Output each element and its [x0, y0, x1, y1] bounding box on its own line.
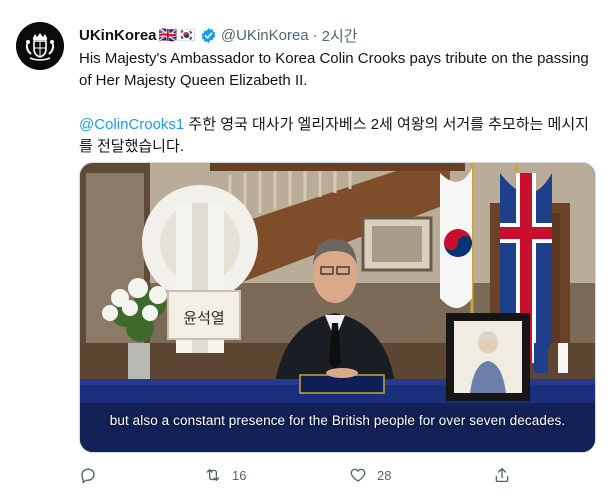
- like-button[interactable]: 28: [349, 466, 391, 484]
- tweet-text-korean-paragraph: @ColinCrooks1 주한 영국 대사가 엘리자베스 2세 여왕의 서거를…: [79, 114, 599, 158]
- retweet-icon: [206, 469, 220, 481]
- separator-dot: ·: [312, 26, 318, 44]
- share-button[interactable]: [493, 466, 511, 484]
- like-count: 28: [377, 467, 392, 483]
- action-bar: 16 28: [79, 464, 519, 486]
- display-name[interactable]: UKinKorea: [79, 27, 157, 44]
- heart-icon: [350, 468, 366, 482]
- video-media[interactable]: 윤석열 but also a constant presence for the…: [79, 162, 596, 453]
- retweet-button[interactable]: 16: [204, 466, 246, 484]
- tweet[interactable]: UKinKorea 🇬🇧🇰🇷 @UKinKorea · 2시간 His Maje…: [0, 0, 616, 500]
- video-frame: 윤석열: [80, 163, 595, 452]
- handle[interactable]: @UKinKorea: [221, 27, 309, 44]
- avatar[interactable]: [16, 22, 64, 70]
- verified-badge-icon: [201, 27, 216, 43]
- reply-icon: [81, 468, 95, 484]
- tweet-text-english: His Majesty's Ambassador to Korea Colin …: [79, 50, 589, 89]
- tweet-text: His Majesty's Ambassador to Korea Colin …: [79, 48, 599, 158]
- tweet-header: UKinKorea 🇬🇧🇰🇷 @UKinKorea · 2시간: [79, 24, 358, 46]
- mention-link[interactable]: @ColinCrooks1: [79, 116, 184, 133]
- share-icon: [495, 467, 509, 483]
- timestamp[interactable]: 2시간: [322, 25, 358, 46]
- reply-button[interactable]: [79, 466, 107, 484]
- flag-emojis: 🇬🇧🇰🇷: [158, 27, 196, 44]
- video-subtitle: but also a constant presence for the Bri…: [109, 413, 566, 428]
- royal-crest-logo: [16, 22, 64, 70]
- retweet-count: 16: [232, 467, 247, 483]
- wreath-sign-text: 윤석열: [183, 309, 224, 327]
